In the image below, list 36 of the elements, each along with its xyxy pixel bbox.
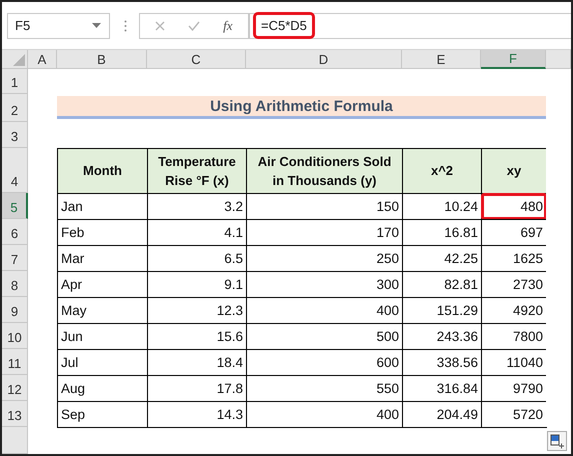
table-cell: Sep <box>57 401 148 428</box>
row-header[interactable]: 6 <box>2 219 28 245</box>
column-heading: Air Conditioners Sold in Thousands (y) <box>246 148 403 194</box>
dropdown-icon[interactable] <box>92 23 101 28</box>
row-header[interactable]: 1 <box>2 69 28 94</box>
row-header[interactable]: 11 <box>2 349 28 375</box>
row-header[interactable]: 12 <box>2 375 28 401</box>
column-header[interactable]: C <box>147 50 246 69</box>
insert-function-button[interactable]: fx <box>223 18 233 34</box>
table-cell: 480 <box>481 193 547 220</box>
cancel-icon[interactable] <box>155 20 166 30</box>
row-header[interactable]: 13 <box>2 401 28 427</box>
column-header[interactable]: D <box>246 50 402 69</box>
row-header[interactable]: 3 <box>2 122 28 148</box>
name-box[interactable]: F5 <box>7 12 110 38</box>
sheet-title: Using Arithmetic Formula <box>57 96 546 119</box>
row-header[interactable]: 5 <box>2 193 28 219</box>
column-header[interactable]: B <box>57 50 147 69</box>
formula-field[interactable]: =C5*D5 <box>253 12 315 39</box>
select-all-icon[interactable] <box>13 54 25 66</box>
column-header[interactable]: F <box>481 50 546 69</box>
row-header[interactable]: 2 <box>2 94 28 122</box>
row-header[interactable]: 9 <box>2 297 28 323</box>
column-header[interactable]: E <box>402 50 481 69</box>
row-header[interactable]: 4 <box>2 148 28 193</box>
paste-options-icon[interactable] <box>547 431 567 451</box>
row-header[interactable]: 8 <box>2 271 28 297</box>
column-heading: Temperature Rise °F (x) <box>147 148 247 194</box>
check-icon[interactable] <box>188 20 200 30</box>
row-header[interactable]: 10 <box>2 323 28 349</box>
row-header[interactable]: 7 <box>2 245 28 271</box>
column-heading: xy <box>481 148 547 194</box>
column-header[interactable]: A <box>28 50 57 69</box>
column-heading: Month <box>57 148 148 194</box>
more-icon[interactable] <box>124 20 127 32</box>
column-heading: x^2 <box>402 148 482 194</box>
